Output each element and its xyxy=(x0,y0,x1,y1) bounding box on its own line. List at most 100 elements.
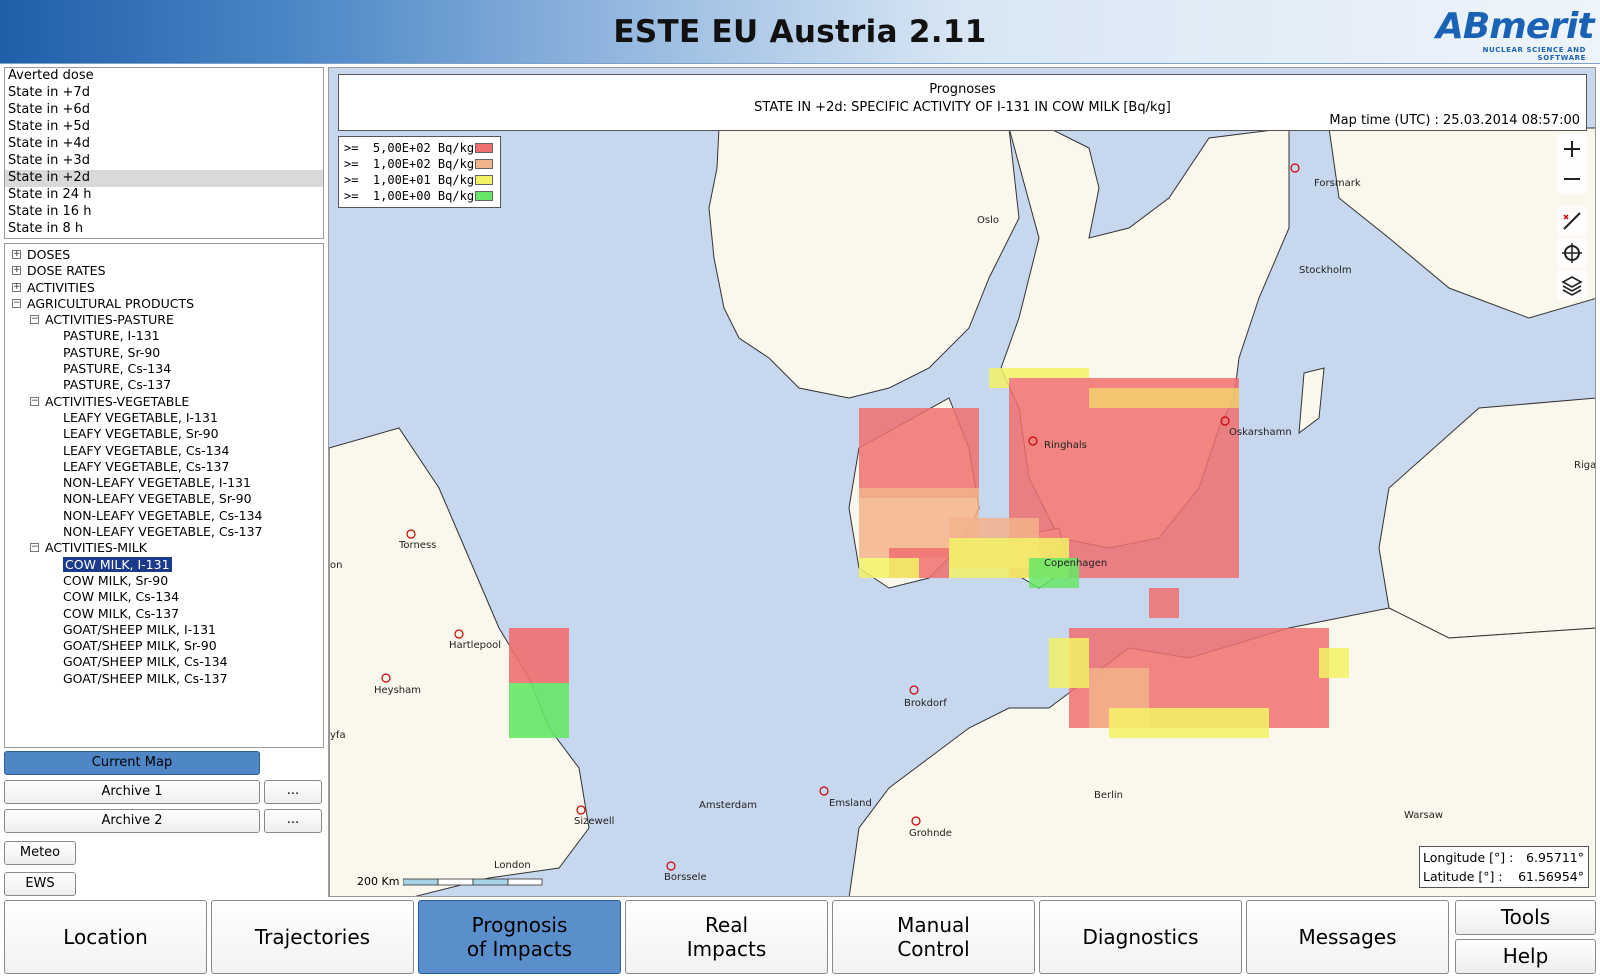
legend-entry: >= 1,00E+00 Bq/kg xyxy=(344,188,495,204)
state-item[interactable]: State in +4d xyxy=(5,136,323,153)
tree-node[interactable]: GOAT/SHEEP MILK, Cs-134 xyxy=(5,654,323,670)
tree-node[interactable]: − ACTIVITIES-MILK xyxy=(5,540,323,556)
tree-node[interactable]: GOAT/SHEEP MILK, Sr-90 xyxy=(5,638,323,654)
tree-node-label[interactable]: GOAT/SHEEP MILK, Cs-137 xyxy=(63,671,228,686)
tree-node-label[interactable]: ACTIVITIES-MILK xyxy=(45,540,147,555)
state-item[interactable]: State in +3d xyxy=(5,153,323,170)
collapse-icon[interactable]: − xyxy=(12,298,21,308)
map-view[interactable]: Oslo Forsmark Stockholm Ringhals Oskarsh… xyxy=(328,67,1596,897)
state-item[interactable]: State in +5d xyxy=(5,119,323,136)
tools-button[interactable]: Tools xyxy=(1455,900,1596,935)
state-item[interactable]: State in 8 h xyxy=(5,221,323,238)
state-list[interactable]: Averted dose State in +7d State in +6d Stat… xyxy=(4,67,324,239)
expand-icon[interactable]: + xyxy=(12,282,21,292)
zoom-in-button[interactable] xyxy=(1557,134,1587,164)
collapse-icon[interactable]: − xyxy=(30,543,39,553)
tree-node[interactable]: LEAFY VEGETABLE, Sr-90 xyxy=(5,426,323,442)
tree-node-label[interactable]: COW MILK, Cs-137 xyxy=(63,606,179,621)
tree-node-label[interactable]: AGRICULTURAL PRODUCTS xyxy=(27,296,194,311)
tree-node[interactable]: LEAFY VEGETABLE, Cs-134 xyxy=(5,443,323,459)
archive-2-more-button[interactable]: ... xyxy=(264,809,322,833)
collapse-icon[interactable]: − xyxy=(30,396,39,406)
tree-node[interactable]: COW MILK, Cs-137 xyxy=(5,606,323,622)
tree-node[interactable]: − ACTIVITIES-PASTURE xyxy=(5,312,323,328)
state-item[interactable]: State in +7d xyxy=(5,85,323,102)
tree-node-label[interactable]: NON-LEAFY VEGETABLE, Sr-90 xyxy=(63,491,252,506)
measure-button[interactable] xyxy=(1557,206,1587,236)
tree-node[interactable]: − AGRICULTURAL PRODUCTS xyxy=(5,296,323,312)
tree-node-label[interactable]: COW MILK, Sr-90 xyxy=(63,573,168,588)
tree-node-label[interactable]: LEAFY VEGETABLE, Cs-137 xyxy=(63,459,229,474)
tree-node[interactable]: PASTURE, I-131 xyxy=(5,328,323,344)
tree-node-label[interactable]: COW MILK, I-131 xyxy=(62,555,173,573)
tree-node-label[interactable]: PASTURE, Sr-90 xyxy=(63,345,160,360)
tree-node-label[interactable]: GOAT/SHEEP MILK, Cs-134 xyxy=(63,654,228,669)
expand-icon[interactable]: + xyxy=(12,266,21,276)
tree-node[interactable]: NON-LEAFY VEGETABLE, I-131 xyxy=(5,475,323,491)
tree-node[interactable]: GOAT/SHEEP MILK, Cs-137 xyxy=(5,671,323,687)
tree-node-label[interactable]: GOAT/SHEEP MILK, I-131 xyxy=(63,622,216,637)
quantity-tree[interactable]: + DOSES + DOSE RATES + ACTIVITIES − AGRICULTURA… xyxy=(4,243,324,748)
tree-node-label[interactable]: ACTIVITIES xyxy=(27,280,95,295)
tree-node-label[interactable]: DOSE RATES xyxy=(27,263,106,278)
nav-button-location[interactable]: Location xyxy=(4,900,207,974)
tree-node-label[interactable]: DOSES xyxy=(27,247,70,262)
collapse-icon[interactable]: − xyxy=(30,315,39,325)
nav-button-label: Trajectories xyxy=(254,925,371,949)
current-map-button[interactable]: Current Map xyxy=(4,751,260,775)
locate-button[interactable] xyxy=(1557,238,1587,268)
tree-node-label[interactable]: ACTIVITIES-PASTURE xyxy=(45,312,174,327)
map-canvas[interactable]: Oslo Forsmark Stockholm Ringhals Oskarsh… xyxy=(329,68,1596,897)
zoom-out-button[interactable] xyxy=(1557,164,1587,194)
layers-button[interactable] xyxy=(1557,270,1587,300)
tree-node-label[interactable]: NON-LEAFY VEGETABLE, I-131 xyxy=(63,475,251,490)
tree-node-label[interactable]: COW MILK, Cs-134 xyxy=(63,589,179,604)
tree-node[interactable]: COW MILK, Sr-90 xyxy=(5,573,323,589)
tree-node[interactable]: NON-LEAFY VEGETABLE, Cs-134 xyxy=(5,508,323,524)
tree-node[interactable]: PASTURE, Cs-134 xyxy=(5,361,323,377)
state-item[interactable]: Averted dose xyxy=(5,68,323,85)
archive-1-more-button[interactable]: ... xyxy=(264,780,322,804)
state-item[interactable]: State in +6d xyxy=(5,102,323,119)
tree-node[interactable]: NON-LEAFY VEGETABLE, Sr-90 xyxy=(5,491,323,507)
nav-button-real-impacts[interactable]: Real Impacts xyxy=(625,900,828,974)
nav-button-trajectories[interactable]: Trajectories xyxy=(211,900,414,974)
tree-node-label[interactable]: LEAFY VEGETABLE, Sr-90 xyxy=(63,426,219,441)
tree-node-label[interactable]: GOAT/SHEEP MILK, Sr-90 xyxy=(63,638,217,653)
tree-node-label[interactable]: PASTURE, Cs-137 xyxy=(63,377,171,392)
tree-node-label[interactable]: NON-LEAFY VEGETABLE, Cs-137 xyxy=(63,524,263,539)
tree-node-label[interactable]: PASTURE, Cs-134 xyxy=(63,361,171,376)
tree-node[interactable]: NON-LEAFY VEGETABLE, Cs-137 xyxy=(5,524,323,540)
help-button[interactable]: Help xyxy=(1455,939,1596,974)
tree-node[interactable]: PASTURE, Sr-90 xyxy=(5,345,323,361)
tree-node[interactable]: + DOSE RATES xyxy=(5,263,323,279)
legend-swatch xyxy=(475,191,493,201)
nav-button-diagnostics[interactable]: Diagnostics xyxy=(1039,900,1242,974)
expand-icon[interactable]: + xyxy=(12,250,21,259)
archive-2-button[interactable]: Archive 2 xyxy=(4,809,260,833)
archive-1-button[interactable]: Archive 1 xyxy=(4,780,260,804)
zoom-out-icon xyxy=(1564,178,1580,180)
tree-node[interactable]: GOAT/SHEEP MILK, I-131 xyxy=(5,622,323,638)
state-item[interactable]: State in 16 h xyxy=(5,204,323,221)
tree-node-label[interactable]: NON-LEAFY VEGETABLE, Cs-134 xyxy=(63,508,263,523)
tree-node[interactable]: + ACTIVITIES xyxy=(5,280,323,296)
tree-node[interactable]: − ACTIVITIES-VEGETABLE xyxy=(5,394,323,410)
tree-node-label[interactable]: LEAFY VEGETABLE, Cs-134 xyxy=(63,443,229,458)
tree-node-label[interactable]: LEAFY VEGETABLE, I-131 xyxy=(63,410,218,425)
tree-node[interactable]: COW MILK, I-131 xyxy=(5,555,323,573)
tree-node-label[interactable]: ACTIVITIES-VEGETABLE xyxy=(45,394,189,409)
nav-button-messages[interactable]: Messages xyxy=(1246,900,1449,974)
ews-button[interactable]: EWS xyxy=(4,872,76,896)
tree-node[interactable]: + DOSES xyxy=(5,247,323,263)
tree-node[interactable]: COW MILK, Cs-134 xyxy=(5,589,323,605)
meteo-button[interactable]: Meteo xyxy=(4,841,76,865)
tree-node[interactable]: PASTURE, Cs-137 xyxy=(5,377,323,393)
tree-node-label[interactable]: PASTURE, I-131 xyxy=(63,328,160,343)
nav-button-prognosis-of-impacts[interactable]: Prognosis of Impacts xyxy=(418,900,621,974)
tree-node[interactable]: LEAFY VEGETABLE, I-131 xyxy=(5,410,323,426)
state-item[interactable]: State in 24 h xyxy=(5,187,323,204)
tree-node[interactable]: LEAFY VEGETABLE, Cs-137 xyxy=(5,459,323,475)
state-item[interactable]: State in +2d xyxy=(5,170,323,187)
nav-button-manual-control[interactable]: Manual Control xyxy=(832,900,1035,974)
